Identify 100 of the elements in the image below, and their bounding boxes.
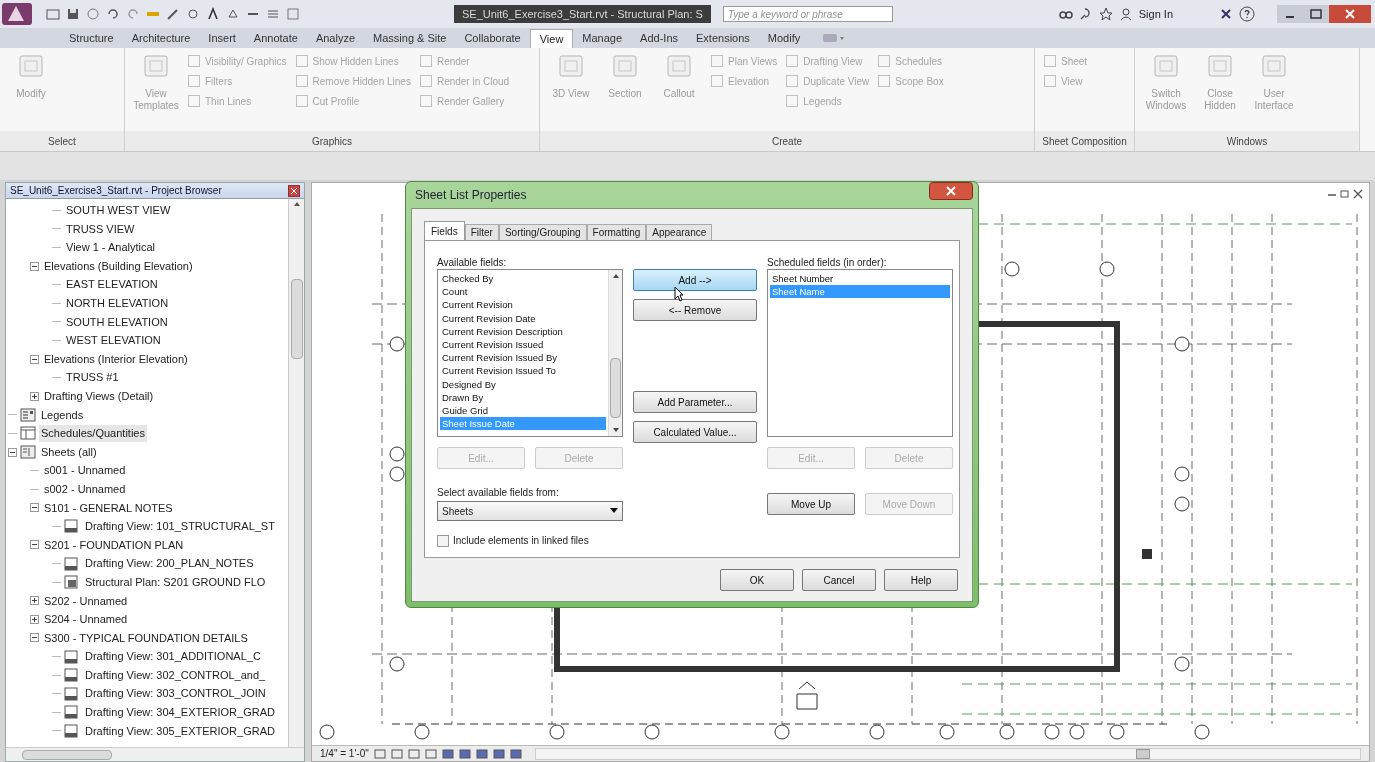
dialog-tab[interactable]: Fields (424, 221, 465, 240)
ribbon-tab[interactable]: Architecture (122, 29, 200, 48)
dialog-tab[interactable]: Filter (464, 224, 499, 240)
tree-item[interactable]: EAST ELEVATION (64, 276, 160, 293)
tree-item[interactable]: TRUSS #1 (64, 369, 121, 386)
ribbon-tab[interactable]: Modify (758, 29, 810, 48)
tree-item[interactable]: WEST ELEVATION (64, 332, 163, 349)
ribbon-tab[interactable]: View (529, 29, 574, 48)
dialog-button[interactable]: Add Parameter... (633, 391, 757, 413)
ribbon-tab[interactable]: Structure (60, 29, 123, 48)
scrollbar-thumb[interactable] (22, 749, 112, 760)
list-item[interactable]: Current Revision Issued To (440, 364, 606, 378)
scrollbar-thumb[interactable] (290, 279, 303, 359)
dialog-button[interactable]: Cancel (802, 569, 876, 591)
star-icon[interactable] (1098, 7, 1113, 21)
scrollbar-thumb[interactable] (610, 358, 621, 418)
tree-item[interactable]: S300 - TYPICAL FOUNDATION DETAILS (42, 629, 250, 647)
person-icon[interactable] (1118, 7, 1133, 21)
view-scale[interactable]: 1/4" = 1'-0" (320, 746, 369, 761)
ribbon-tab[interactable]: Collaborate (455, 29, 530, 48)
scrollbar-thumb[interactable] (1135, 748, 1150, 759)
list-item[interactable]: Current Revision Issued By (440, 351, 606, 365)
tree-item[interactable]: Elevations (Building Elevation) (42, 257, 195, 275)
tree-item[interactable]: Sheets (all) (39, 443, 99, 461)
tree-item[interactable]: Structural Plan: S201 GROUND FLO (83, 573, 268, 591)
panel-toggle-icon[interactable] (821, 32, 846, 44)
tree-item[interactable]: Elevations (Interior Elevation) (42, 350, 190, 368)
tree-item[interactable]: S204 - Unnamed (42, 611, 130, 628)
dialog-button[interactable]: Add --> (633, 269, 757, 291)
list-item[interactable]: Designed By (440, 377, 606, 391)
undo-icon[interactable] (106, 7, 120, 21)
restore-icon[interactable] (1303, 5, 1329, 23)
expand-toggle[interactable] (30, 614, 39, 624)
tree-item[interactable]: Drafting Views (Detail) (42, 388, 156, 405)
list-item[interactable]: Guide Grid (440, 403, 606, 418)
close-icon[interactable] (288, 184, 300, 197)
sheet-icon[interactable] (373, 747, 386, 760)
checkbox[interactable] (437, 534, 449, 547)
list-item[interactable]: Current Revision (440, 298, 606, 312)
dialog-button[interactable]: Move Up (767, 493, 855, 515)
ribbon-tab[interactable]: Analyze (306, 29, 365, 48)
expand-toggle[interactable] (30, 391, 39, 401)
tree-item[interactable]: NORTH ELEVATION (64, 295, 171, 312)
dropdown[interactable]: Sheets (437, 501, 623, 521)
tree-item[interactable]: Legends (39, 406, 86, 424)
dialog-tab[interactable]: Formatting (586, 224, 647, 240)
tree-item[interactable]: Drafting View: 302_CONTROL_and_ (83, 666, 268, 684)
ribbon-tab[interactable]: Manage (573, 29, 632, 48)
tree-item[interactable]: Drafting View: 305_EXTERIOR_GRAD (83, 722, 277, 740)
save-icon[interactable] (66, 7, 80, 21)
list-item[interactable]: Current Revision Date (440, 311, 606, 325)
list-box[interactable] (437, 269, 623, 437)
dialog-button[interactable]: Calculated Value... (633, 421, 757, 443)
close-icon[interactable] (1329, 5, 1371, 23)
ribbon-tab[interactable]: Add-Ins (631, 29, 688, 48)
search-field[interactable]: Type a keyword or phrase (722, 6, 893, 22)
text-icon[interactable] (206, 7, 220, 21)
pencil-icon[interactable] (166, 7, 180, 21)
scroll-down-icon[interactable] (611, 426, 620, 434)
collapse-toggle[interactable] (30, 261, 39, 271)
list-item[interactable]: Count (440, 285, 606, 299)
minimize-icon[interactable] (1277, 5, 1303, 23)
tree-item[interactable]: SOUTH WEST VIEW (64, 202, 173, 219)
sign-in-link[interactable]: Sign In (1138, 5, 1173, 23)
dialog-tab[interactable]: Sorting/Grouping (498, 224, 587, 240)
tree-item[interactable]: S202 - Unnamed (42, 592, 130, 609)
close-icon[interactable] (1353, 189, 1363, 199)
tree-item[interactable]: SOUTH ELEVATION (64, 313, 170, 331)
tree-item[interactable]: View 1 - Analytical (64, 239, 158, 256)
restore-icon[interactable] (1340, 189, 1350, 199)
collapse-toggle[interactable] (30, 354, 39, 364)
app-menu-icon[interactable] (0, 1, 34, 27)
close-icon[interactable] (929, 182, 973, 200)
list-item[interactable]: Drawn By (440, 390, 606, 404)
list-item[interactable]: Checked By (440, 272, 606, 286)
scroll-up-icon[interactable] (611, 272, 620, 280)
tree-item[interactable]: Drafting View: 304_EXTERIOR_GRAD (83, 704, 277, 721)
collapse-toggle[interactable] (30, 540, 39, 550)
list-item[interactable]: Sheet Number (770, 272, 950, 286)
dialog-tab[interactable]: Appearance (646, 224, 713, 240)
tree-item[interactable]: Drafting View: 301_ADDITIONAL_C (83, 648, 263, 665)
ribbon-tab[interactable]: Insert (199, 29, 245, 48)
sync-icon[interactable] (86, 7, 100, 21)
tree-item[interactable]: TRUSS VIEW (64, 220, 137, 238)
list-box[interactable]: Sheet Number Sheet Name (767, 269, 953, 437)
ribbon-tab[interactable]: Annotate (244, 29, 307, 48)
ribbon-tab[interactable]: Extensions (687, 29, 759, 48)
list-item[interactable]: Current Revision Description (440, 324, 606, 338)
dialog-button[interactable]: <-- Remove (633, 299, 757, 321)
tree-item[interactable]: Schedules/Quantities (39, 425, 147, 442)
dialog-button[interactable]: OK (720, 569, 794, 591)
tree-item[interactable]: Drafting View: 101_STRUCTURAL_ST (83, 518, 277, 535)
tree-item[interactable]: s001 - Unnamed (42, 462, 128, 479)
ribbon-tab[interactable]: Massing & Site (364, 29, 456, 48)
list-item[interactable]: Current Revision Issued (440, 337, 606, 352)
expand-toggle[interactable] (30, 596, 39, 606)
tree-item[interactable]: S201 - FOUNDATION PLAN (42, 536, 186, 554)
tree-item[interactable]: s002 - Unnamed (42, 480, 128, 498)
collapse-toggle[interactable] (30, 633, 39, 643)
collapse-toggle[interactable] (8, 447, 17, 457)
